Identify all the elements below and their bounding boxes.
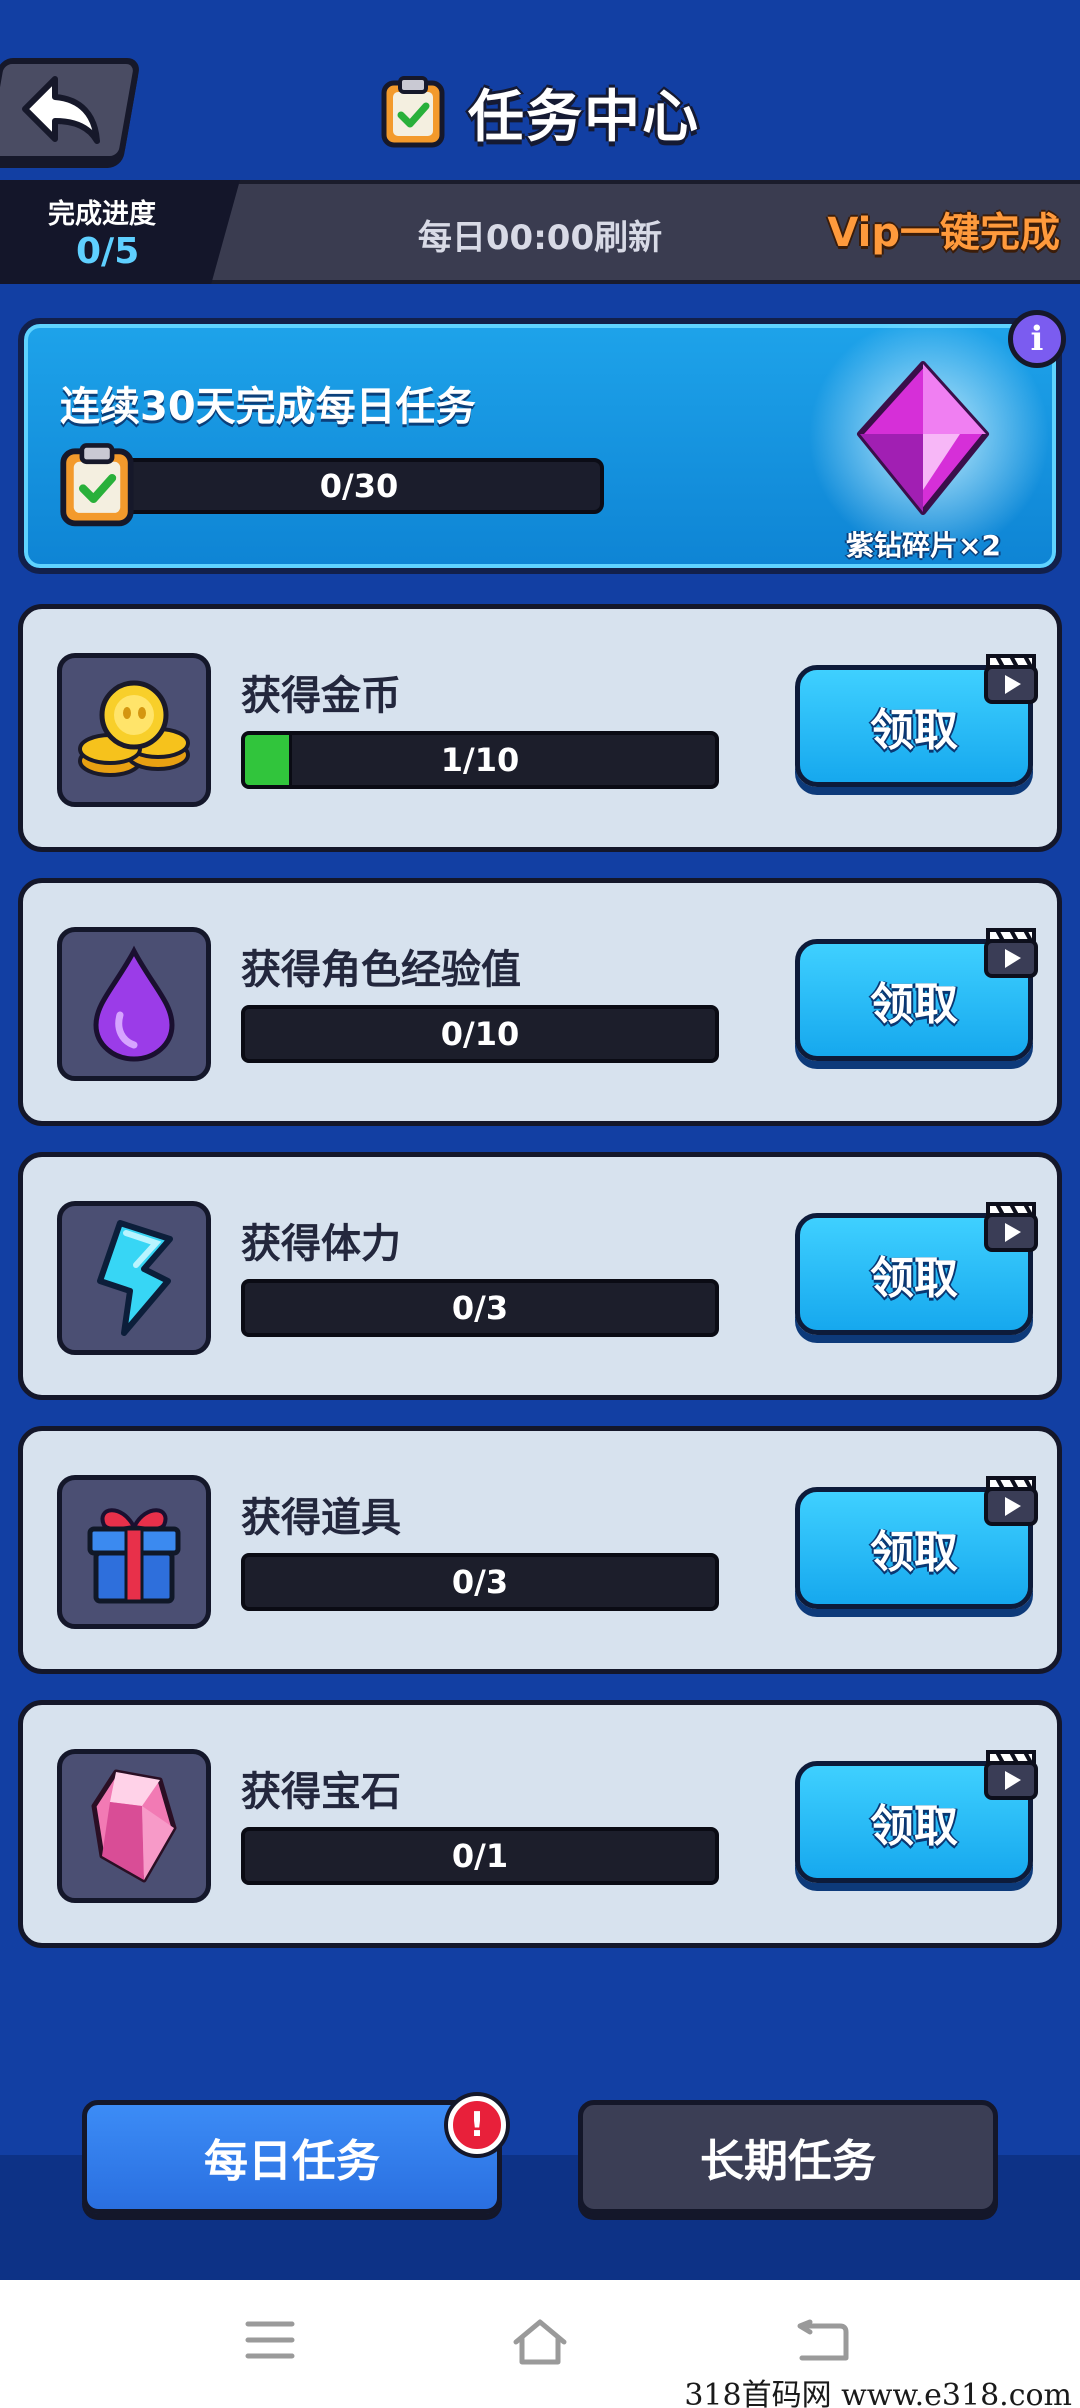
task-icon-box (57, 1201, 211, 1355)
purple-diamond-icon (857, 361, 989, 515)
video-ad-icon (984, 1476, 1038, 1526)
lightning-energy-icon (97, 1220, 173, 1336)
video-ad-icon (984, 1750, 1038, 1800)
task-icon-box (57, 1475, 211, 1629)
tab-long-term-tasks[interactable]: 长期任务 (578, 2100, 998, 2214)
completion-progress: 完成进度 0/5 (0, 180, 240, 284)
clipboard-check-icon (381, 76, 445, 148)
completion-value: 0/5 (76, 231, 140, 272)
streak-progress-bar: 0/30 (114, 458, 604, 514)
notification-badge: ! (448, 2096, 506, 2154)
task-card-stamina: 获得体力 0/3 领取 (18, 1152, 1062, 1400)
task-progress-text: 1/10 (440, 741, 520, 779)
task-icon-box (57, 653, 211, 807)
task-progress-bar: 0/3 (241, 1553, 719, 1611)
page-header: 任务中心 (380, 72, 700, 152)
back-nav-icon[interactable] (796, 2318, 852, 2366)
task-progress-text: 0/1 (451, 1837, 509, 1875)
page-title: 任务中心 (468, 84, 700, 150)
task-icon-box (57, 1749, 211, 1903)
streak-card: 连续30天完成每日任务 0/30 紫钻碎片×2 (18, 318, 1062, 574)
watermark-text: 318首码网 www.e318.com (684, 2378, 1072, 2408)
task-progress-text: 0/3 (451, 1563, 509, 1601)
task-progress-text: 0/10 (440, 1015, 520, 1053)
clipboard-check-icon (60, 443, 134, 527)
gold-coins-icon (78, 680, 190, 777)
video-ad-icon (984, 1202, 1038, 1252)
gift-box-icon (87, 1508, 181, 1604)
menu-icon[interactable] (244, 2318, 296, 2362)
task-progress-bar: 0/3 (241, 1279, 719, 1337)
vip-complete-button[interactable]: Vip一键完成 (800, 200, 1060, 264)
reward-label: 紫钻碎片×2 (846, 529, 1001, 562)
task-name: 获得金币 (241, 673, 401, 719)
task-progress-bar: 0/10 (241, 1005, 719, 1063)
streak-title: 连续30天完成每日任务 (60, 384, 476, 430)
task-name: 获得体力 (241, 1221, 401, 1267)
back-button[interactable] (0, 58, 142, 162)
task-icon-box (57, 927, 211, 1081)
task-name: 获得角色经验值 (241, 947, 521, 993)
streak-progress-text: 0/30 (319, 467, 399, 505)
purple-exp-drop-icon (93, 945, 175, 1062)
task-progress-bar: 1/10 (241, 731, 719, 789)
completion-label: 完成进度 (48, 199, 156, 230)
home-icon[interactable] (510, 2318, 570, 2366)
task-card-gold: 获得金币 1/10 领取 (18, 604, 1062, 852)
task-card-item: 获得道具 0/3 领取 (18, 1426, 1062, 1674)
info-button[interactable]: i (1008, 310, 1066, 368)
task-card-gem: 获得宝石 0/1 领取 (18, 1700, 1062, 1948)
task-card-exp: 获得角色经验值 0/10 领取 (18, 878, 1062, 1126)
task-name: 获得宝石 (241, 1769, 401, 1815)
pink-gem-icon (91, 1769, 177, 1883)
back-arrow-icon (21, 76, 100, 144)
tab-daily-tasks[interactable]: 每日任务 (82, 2100, 502, 2214)
task-progress-text: 0/3 (451, 1289, 509, 1327)
video-ad-icon (984, 928, 1038, 978)
task-progress-bar: 0/1 (241, 1827, 719, 1885)
task-name: 获得道具 (241, 1495, 401, 1541)
video-ad-icon (984, 654, 1038, 704)
refresh-time-text: 每日00:00刷新 (417, 218, 663, 258)
